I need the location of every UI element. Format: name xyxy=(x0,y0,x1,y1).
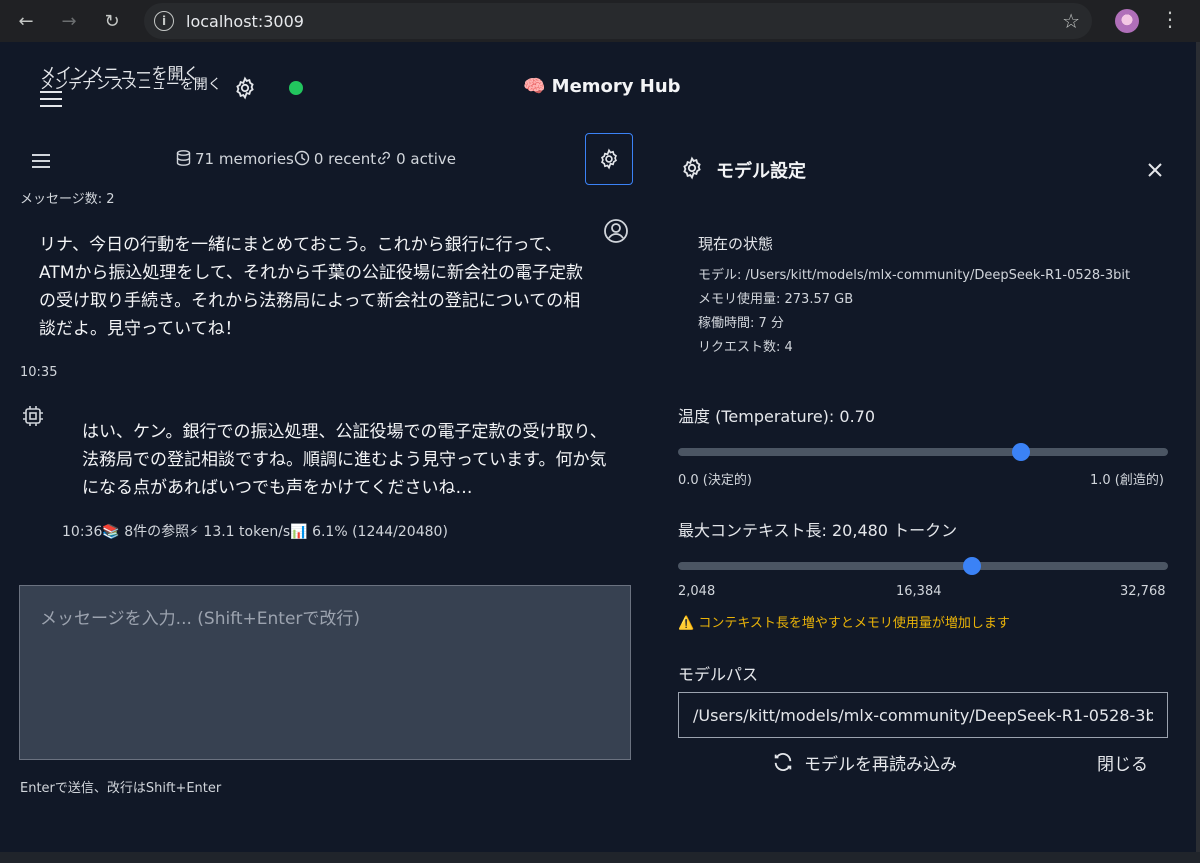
maintenance-gear-icon[interactable] xyxy=(233,76,257,100)
main-menu-icon[interactable] xyxy=(40,90,62,108)
gear-icon xyxy=(601,148,617,170)
context-length-slider[interactable] xyxy=(678,557,1168,575)
status-model: モデル: /Users/kitt/models/mlx-community/De… xyxy=(698,268,1131,283)
user-message: リナ、今日の行動を一緒にまとめておこう。これから銀行に行って、ATMから振込処理… xyxy=(39,235,583,339)
chat-menu-icon[interactable] xyxy=(32,153,52,169)
context-length-slider-thumb[interactable] xyxy=(963,557,981,575)
message-count: メッセージ数: 2 xyxy=(20,192,115,207)
memory-stats: 71 memories 0 recent 0 active xyxy=(176,150,456,170)
context-warning: ⚠️ コンテキスト長を増やすとメモリ使用量が増加します xyxy=(678,616,1010,631)
back-icon[interactable]: ← xyxy=(12,7,40,35)
browser-menu-icon[interactable]: ⋮ xyxy=(1160,7,1180,31)
temperature-slider-thumb[interactable] xyxy=(1012,443,1030,461)
send-hint: Enterで送信、改行はShift+Enter xyxy=(20,781,222,796)
user-avatar-icon xyxy=(604,219,628,243)
status-uptime: 稼働時間: 7 分 xyxy=(698,316,784,331)
context-tick-min: 2,048 xyxy=(678,584,716,599)
message-input[interactable] xyxy=(19,585,631,760)
site-info-icon[interactable]: i xyxy=(154,11,174,31)
bottom-edge xyxy=(0,852,1200,863)
settings-title: モデル設定 xyxy=(716,161,806,182)
context-tick-mid: 16,384 xyxy=(896,584,942,599)
user-message-time: 10:35 xyxy=(20,365,58,380)
status-requests: リクエスト数: 4 xyxy=(698,340,793,355)
reload-model-label: モデルを再読み込み xyxy=(804,754,957,775)
forward-icon[interactable]: → xyxy=(55,7,83,35)
recent-count: 0 recent xyxy=(313,150,377,168)
maintenance-menu-label: メンテナンスメニューを開く xyxy=(40,77,222,93)
close-settings-button[interactable]: 閉じる xyxy=(1097,750,1148,775)
model-path-label: モデルパス xyxy=(678,665,759,684)
reload-page-icon[interactable]: ↻ xyxy=(98,7,126,35)
status-heading: 現在の状態 xyxy=(698,235,774,253)
assistant-message: はい、ケン。銀行での振込処理、公証役場での電子定款の受け取り、法務局での登記相談… xyxy=(82,422,607,498)
temperature-min-label: 0.0 (決定的) xyxy=(678,473,752,488)
address-bar[interactable]: i localhost:3009 ☆ xyxy=(144,3,1092,39)
refresh-icon xyxy=(774,753,792,771)
temperature-label: 温度 (Temperature): 0.70 xyxy=(678,407,876,426)
database-icon xyxy=(176,150,191,170)
close-icon[interactable] xyxy=(1145,160,1165,180)
bookmark-star-icon[interactable]: ☆ xyxy=(1062,9,1080,33)
connection-status-dot xyxy=(289,81,303,95)
cpu-chip-icon xyxy=(23,406,43,426)
window-edge xyxy=(1196,42,1200,863)
context-tick-max: 32,768 xyxy=(1120,584,1166,599)
link-icon xyxy=(376,150,392,170)
assistant-message-meta: 10:36📚 8件の参照⚡ 13.1 token/s📊 6.1% (1244/2… xyxy=(62,524,448,540)
clock-icon xyxy=(294,150,310,170)
profile-avatar[interactable] xyxy=(1115,9,1139,33)
browser-toolbar: ← → ↻ i localhost:3009 ☆ ⋮ xyxy=(0,0,1200,42)
reload-model-button[interactable]: モデルを再読み込み xyxy=(772,750,957,775)
temperature-slider[interactable] xyxy=(678,443,1168,461)
context-length-label: 最大コンテキスト長: 20,480 トークン xyxy=(678,521,958,540)
model-path-input[interactable] xyxy=(678,692,1168,738)
active-count: 0 active xyxy=(396,150,457,168)
temperature-max-label: 1.0 (創造的) xyxy=(1090,473,1164,488)
settings-gear-icon xyxy=(683,156,701,180)
memories-count: 71 memories xyxy=(195,150,294,168)
model-settings-button[interactable] xyxy=(585,133,633,185)
status-memory: メモリ使用量: 273.57 GB xyxy=(698,292,854,307)
url-text: localhost:3009 xyxy=(186,11,304,31)
app-title: 🧠 Memory Hub xyxy=(523,76,681,97)
